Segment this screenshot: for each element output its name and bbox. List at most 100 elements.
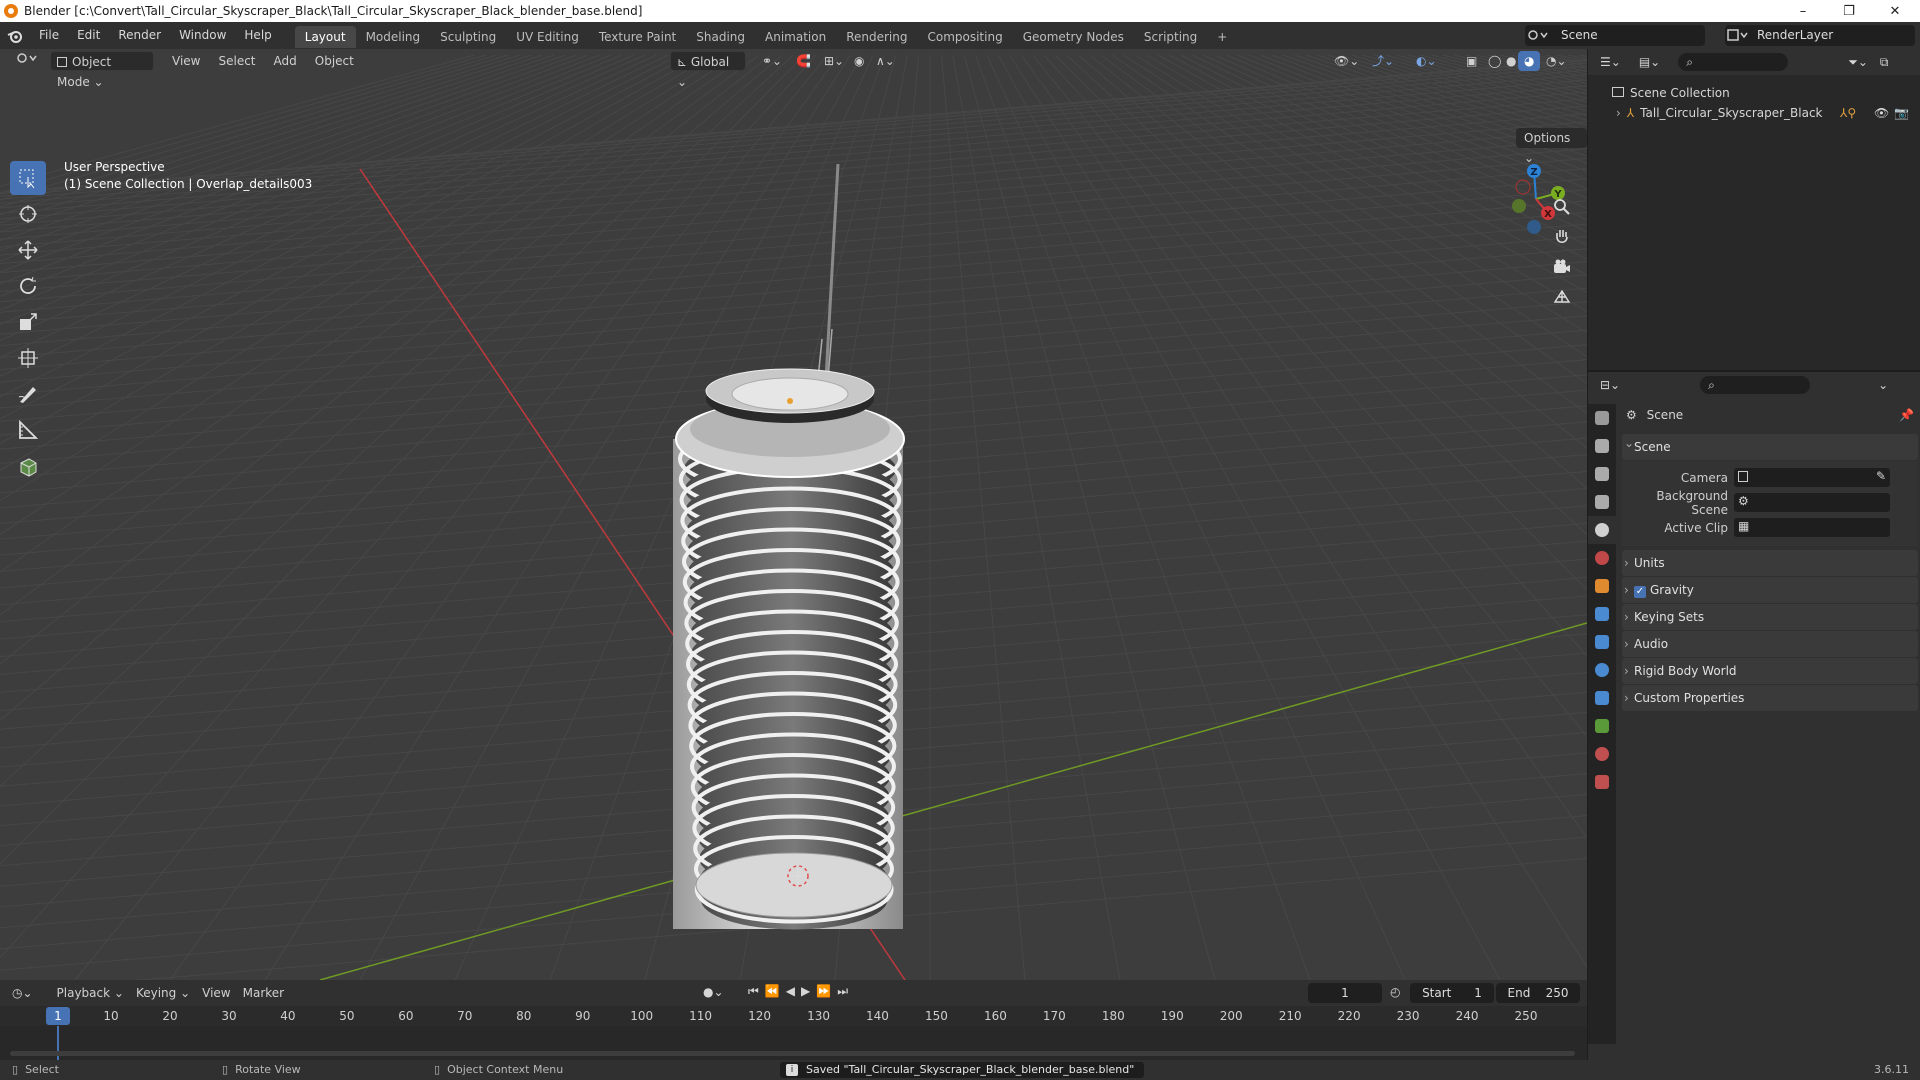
output-tab-icon[interactable] (1588, 460, 1616, 488)
world-tab-icon[interactable] (1588, 544, 1616, 572)
current-frame-field[interactable]: 1 (1308, 983, 1382, 1003)
jump-end-icon[interactable]: ⏭ (837, 984, 854, 998)
timeline-menu-marker[interactable]: Marker (237, 983, 290, 1003)
panel-rigid-body-world[interactable]: Rigid Body World (1622, 658, 1918, 684)
menu-window[interactable]: Window (170, 22, 235, 49)
hide-in-viewport-icon[interactable]: 👁 (1874, 103, 1889, 123)
rendered-shading-icon[interactable]: ◔⌄ (1540, 51, 1573, 71)
material-tab-icon[interactable] (1588, 740, 1616, 768)
next-keyframe-icon[interactable]: ⏩ (816, 984, 837, 998)
tab-layout[interactable]: Layout (294, 25, 356, 48)
3d-viewport[interactable]: User Perspective (1) Scene Collection | … (0, 49, 1587, 980)
end-frame-field[interactable]: End 250 (1496, 983, 1580, 1003)
viewport-menu-select[interactable]: Select (212, 51, 261, 71)
menu-edit[interactable]: Edit (68, 22, 109, 49)
current-frame-indicator[interactable]: 1 (46, 1007, 70, 1025)
timeline-menu-keying[interactable]: Keying ⌄ (130, 983, 196, 1003)
properties-search-input[interactable]: ⌕ (1700, 376, 1811, 394)
timeline-menu-view[interactable]: View (196, 983, 236, 1003)
gizmo-toggle-icon[interactable]: ⤴⌄ (1366, 51, 1400, 71)
scene-tab-icon[interactable] (1588, 516, 1616, 544)
tab-compositing[interactable]: Compositing (917, 26, 1012, 48)
start-frame-field[interactable]: Start 1 (1410, 983, 1494, 1003)
tab-modeling[interactable]: Modeling (356, 26, 431, 48)
move-tool[interactable] (10, 233, 46, 267)
mode-selector[interactable]: Object Mode ⌄ (50, 51, 154, 89)
timeline-menu-playback[interactable]: Playback ⌄ (51, 983, 130, 1003)
add-cube-tool[interactable] (10, 449, 46, 483)
eyedropper-icon[interactable]: ✎ (1876, 469, 1886, 483)
viewport-menu-object[interactable]: Object (309, 51, 360, 71)
scale-tool[interactable] (10, 305, 46, 339)
outliner-search-input[interactable]: ⌕ (1678, 53, 1789, 71)
outliner-row-object[interactable]: › ⅄ Tall_Circular_Skyscraper_Black ⅄⚲ 👁 📷 (1588, 103, 1920, 123)
render-layer-field[interactable]: RenderLayer (1725, 25, 1915, 46)
tab-rendering[interactable]: Rendering (836, 26, 917, 48)
blender-menu-icon[interactable] (0, 29, 30, 43)
timeline-editor-type-icon[interactable]: ◷⌄ (12, 986, 33, 1000)
texture-tab-icon[interactable] (1588, 768, 1616, 796)
panel-scene[interactable]: Scene (1622, 430, 1918, 460)
annotate-tool[interactable] (10, 377, 46, 411)
tool-tab-icon[interactable] (1588, 404, 1616, 432)
panel-units[interactable]: Units (1622, 550, 1918, 576)
select-box-tool[interactable] (10, 161, 46, 195)
snap-target-icon[interactable]: ⊞⌄ (818, 51, 850, 71)
expand-arrow-icon[interactable]: › (1616, 106, 1621, 120)
properties-editor-type-icon[interactable]: ⊟⌄ (1600, 378, 1620, 392)
tab-geometry-nodes[interactable]: Geometry Nodes (1013, 26, 1134, 48)
tab-sculpting[interactable]: Sculpting (430, 26, 506, 48)
minimize-button[interactable]: – (1780, 0, 1826, 22)
viewport-menu-add[interactable]: Add (268, 51, 303, 71)
render-tab-icon[interactable] (1588, 432, 1616, 460)
pin-icon[interactable]: 📌 (1899, 402, 1914, 428)
tab-scripting[interactable]: Scripting (1134, 26, 1207, 48)
maximize-button[interactable]: ❐ (1826, 0, 1872, 22)
timeline-scrollbar[interactable] (10, 1051, 1575, 1056)
active-clip-field[interactable]: ▦ (1734, 518, 1890, 537)
timeline-ruler[interactable]: 1 10 20 30 40 50 60 70 80 90 100 110 120 130 140 150 160… (0, 1006, 1587, 1026)
snap-icon[interactable]: 🧲 (790, 51, 817, 71)
close-button[interactable]: ✕ (1872, 0, 1918, 22)
background-scene-field[interactable]: ⚙ (1734, 493, 1890, 512)
menu-help[interactable]: Help (235, 22, 280, 49)
view-layer-tab-icon[interactable] (1588, 488, 1616, 516)
tab-texture-paint[interactable]: Texture Paint (589, 26, 686, 48)
jump-start-icon[interactable]: ⏮ (748, 984, 765, 998)
panel-keying-sets[interactable]: Keying Sets (1622, 604, 1918, 630)
tab-shading[interactable]: Shading (686, 26, 755, 48)
properties-options-icon[interactable]: ⌄ (1878, 378, 1888, 392)
outliner-row-scene-collection[interactable]: Scene Collection (1588, 83, 1920, 103)
play-icon[interactable]: ▶ (801, 984, 816, 998)
physics-tab-icon[interactable] (1588, 656, 1616, 684)
constraints-tab-icon[interactable] (1588, 684, 1616, 712)
measure-tool[interactable] (10, 413, 46, 447)
panel-gravity[interactable]: ✓ Gravity (1622, 577, 1918, 603)
rotate-tool[interactable] (10, 269, 46, 303)
preview-range-icon[interactable]: ◴ (1390, 985, 1400, 999)
menu-render[interactable]: Render (109, 22, 170, 49)
outliner-editor-type-icon[interactable]: ☰⌄ (1600, 55, 1621, 69)
transform-orientation-dropdown[interactable]: ⊾ Global ⌄ (670, 51, 746, 89)
transform-tool[interactable] (10, 341, 46, 375)
camera-field[interactable]: ✎ (1734, 468, 1890, 487)
menu-file[interactable]: File (30, 22, 68, 49)
camera-view-icon[interactable] (1548, 253, 1576, 281)
render-layer-icon[interactable] (1727, 28, 1749, 45)
xray-toggle-icon[interactable]: ▣ (1460, 51, 1483, 71)
zoom-view-icon[interactable] (1548, 193, 1576, 221)
panel-audio[interactable]: Audio (1622, 631, 1918, 657)
viewport-menu-view[interactable]: View (166, 51, 206, 71)
cursor-tool[interactable] (10, 197, 46, 231)
tab-uv-editing[interactable]: UV Editing (506, 26, 589, 48)
auto-keying-icon[interactable]: ●⌄ (703, 985, 724, 999)
panel-custom-properties[interactable]: Custom Properties (1622, 685, 1918, 711)
editor-type-icon[interactable] (10, 51, 44, 71)
new-collection-icon[interactable]: ⧉ (1880, 55, 1889, 70)
play-reverse-icon[interactable]: ◀ (786, 984, 801, 998)
tab-animation[interactable]: Animation (755, 26, 836, 48)
options-dropdown[interactable]: Options ⌄ (1516, 128, 1587, 165)
falloff-icon[interactable]: ∧⌄ (870, 51, 901, 71)
scene-name-field[interactable]: Scene (1525, 25, 1705, 46)
scene-selector-icon[interactable] (1527, 28, 1549, 45)
